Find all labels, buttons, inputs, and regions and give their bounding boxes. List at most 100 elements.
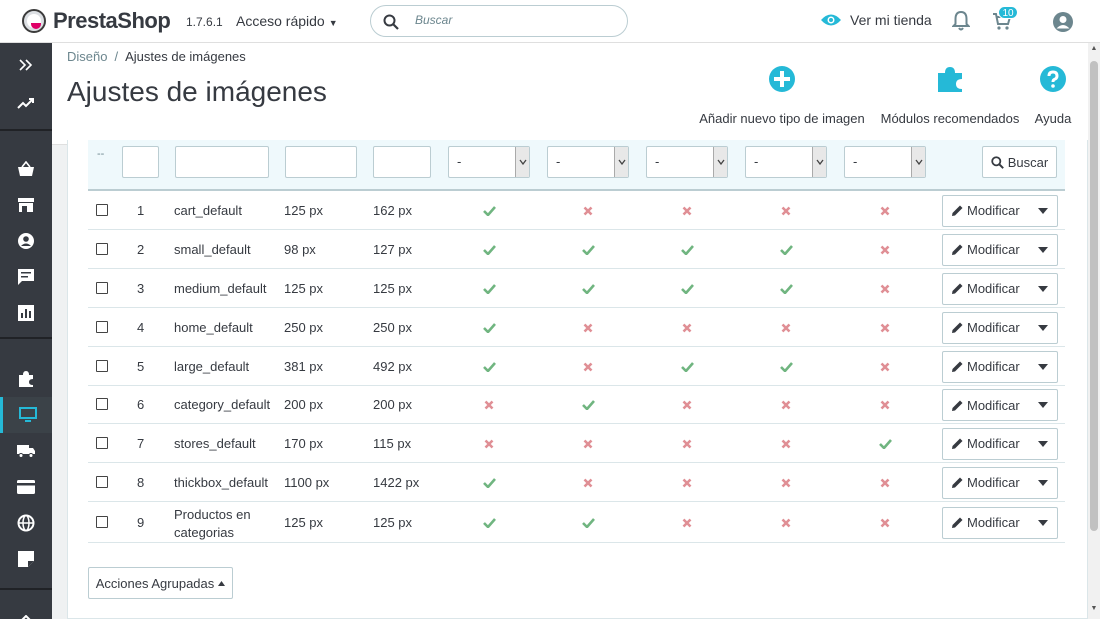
cross-icon-suppliers[interactable] bbox=[779, 476, 793, 490]
cross-icon-products[interactable] bbox=[482, 437, 496, 451]
sidebar-item-settings[interactable] bbox=[0, 601, 52, 619]
modify-main[interactable]: Modificar bbox=[943, 320, 1029, 335]
modify-button[interactable]: Modificar bbox=[942, 506, 1058, 539]
bulk-actions-button[interactable]: Acciones Agrupadas bbox=[88, 567, 233, 599]
modify-dropdown-toggle[interactable] bbox=[1029, 207, 1057, 214]
modify-button[interactable]: Modificar bbox=[942, 389, 1058, 421]
row-checkbox[interactable] bbox=[96, 242, 108, 255]
sidebar-item-marketing[interactable] bbox=[0, 541, 52, 577]
check-icon-suppliers[interactable] bbox=[779, 282, 793, 296]
bell-icon[interactable] bbox=[952, 11, 970, 31]
sidebar-item-stats[interactable] bbox=[0, 295, 52, 331]
check-icon-products[interactable] bbox=[482, 516, 496, 530]
view-store-link[interactable]: Ver mi tienda bbox=[820, 12, 932, 28]
check-icon-products[interactable] bbox=[482, 243, 496, 257]
add-image-type-button[interactable]: Añadir nuevo tipo de imagen bbox=[697, 65, 867, 126]
check-icon-products[interactable] bbox=[482, 282, 496, 296]
cross-icon-stores[interactable] bbox=[878, 243, 892, 257]
modify-button[interactable]: Modificar bbox=[942, 233, 1058, 266]
filter-name-input[interactable] bbox=[175, 146, 269, 178]
sidebar-item-design[interactable] bbox=[0, 397, 52, 433]
row-checkbox[interactable] bbox=[96, 436, 108, 449]
sidebar-item-shipping[interactable] bbox=[0, 433, 52, 469]
user-account-icon[interactable] bbox=[1052, 11, 1074, 33]
check-icon-products[interactable] bbox=[482, 476, 496, 490]
cross-icon-suppliers[interactable] bbox=[779, 204, 793, 218]
modify-main[interactable]: Modificar bbox=[943, 203, 1029, 218]
modify-main[interactable]: Modificar bbox=[943, 515, 1029, 530]
cross-icon-categories[interactable] bbox=[581, 476, 595, 490]
modify-dropdown-toggle[interactable] bbox=[1029, 246, 1057, 253]
cross-icon-suppliers[interactable] bbox=[779, 398, 793, 412]
row-checkbox[interactable] bbox=[96, 515, 108, 528]
check-icon-categories[interactable] bbox=[581, 398, 595, 412]
cross-icon-stores[interactable] bbox=[878, 398, 892, 412]
check-icon-stores[interactable] bbox=[878, 437, 892, 451]
modify-button[interactable]: Modificar bbox=[942, 311, 1058, 344]
cross-icon-categories[interactable] bbox=[581, 437, 595, 451]
scroll-thumb[interactable] bbox=[1090, 61, 1098, 531]
filter-height-input[interactable] bbox=[373, 146, 431, 178]
row-checkbox[interactable] bbox=[96, 475, 108, 488]
check-icon-manufacturers[interactable] bbox=[680, 282, 694, 296]
sidebar-collapse-toggle[interactable] bbox=[0, 47, 52, 83]
filter-width-input[interactable] bbox=[285, 146, 357, 178]
search-box[interactable] bbox=[370, 5, 628, 37]
modify-dropdown-toggle[interactable] bbox=[1029, 363, 1057, 370]
sidebar-item-dashboard[interactable] bbox=[0, 85, 52, 121]
brand-name[interactable]: PrestaShop bbox=[53, 8, 171, 34]
row-checkbox[interactable] bbox=[96, 320, 108, 333]
check-icon-categories[interactable] bbox=[581, 282, 595, 296]
check-icon-products[interactable] bbox=[482, 360, 496, 374]
cross-icon-stores[interactable] bbox=[878, 476, 892, 490]
modify-dropdown-toggle[interactable] bbox=[1029, 285, 1057, 292]
row-checkbox[interactable] bbox=[96, 359, 108, 372]
check-icon-categories[interactable] bbox=[581, 243, 595, 257]
modify-dropdown-toggle[interactable] bbox=[1029, 519, 1057, 526]
check-icon-categories[interactable] bbox=[581, 516, 595, 530]
row-checkbox[interactable] bbox=[96, 203, 108, 216]
modify-main[interactable]: Modificar bbox=[943, 281, 1029, 296]
check-icon-products[interactable] bbox=[482, 321, 496, 335]
cross-icon-stores[interactable] bbox=[878, 516, 892, 530]
cross-icon-categories[interactable] bbox=[581, 321, 595, 335]
cross-icon-suppliers[interactable] bbox=[779, 437, 793, 451]
modify-button[interactable]: Modificar bbox=[942, 272, 1058, 305]
modify-dropdown-toggle[interactable] bbox=[1029, 324, 1057, 331]
sidebar-item-payment[interactable] bbox=[0, 469, 52, 505]
filter-id-input[interactable] bbox=[122, 146, 159, 178]
cross-icon-stores[interactable] bbox=[878, 360, 892, 374]
modify-button[interactable]: Modificar bbox=[942, 466, 1058, 499]
sidebar-item-catalog[interactable] bbox=[0, 187, 52, 223]
breadcrumb-parent[interactable]: Diseño bbox=[67, 49, 107, 64]
cross-icon-categories[interactable] bbox=[581, 360, 595, 374]
check-icon-manufacturers[interactable] bbox=[680, 360, 694, 374]
modify-main[interactable]: Modificar bbox=[943, 359, 1029, 374]
scrollbar[interactable]: ▲ ▼ bbox=[1088, 43, 1100, 619]
recommended-modules-button[interactable]: Módulos recomendados bbox=[879, 65, 1021, 126]
cross-icon-suppliers[interactable] bbox=[779, 321, 793, 335]
modify-main[interactable]: Modificar bbox=[943, 242, 1029, 257]
sidebar-item-orders[interactable] bbox=[0, 151, 52, 187]
modify-button[interactable]: Modificar bbox=[942, 427, 1058, 460]
cross-icon-manufacturers[interactable] bbox=[680, 204, 694, 218]
cross-icon-categories[interactable] bbox=[581, 204, 595, 218]
cross-icon-manufacturers[interactable] bbox=[680, 437, 694, 451]
cross-icon-stores[interactable] bbox=[878, 321, 892, 335]
filter-manufacturers-select[interactable]: - bbox=[646, 146, 728, 178]
modify-dropdown-toggle[interactable] bbox=[1029, 440, 1057, 447]
modify-button[interactable]: Modificar bbox=[942, 350, 1058, 383]
search-filter-button[interactable]: Buscar bbox=[982, 146, 1057, 178]
cross-icon-stores[interactable] bbox=[878, 282, 892, 296]
modify-button[interactable]: Modificar bbox=[942, 194, 1058, 227]
modify-main[interactable]: Modificar bbox=[943, 475, 1029, 490]
check-icon-manufacturers[interactable] bbox=[680, 243, 694, 257]
cross-icon-manufacturers[interactable] bbox=[680, 398, 694, 412]
modify-dropdown-toggle[interactable] bbox=[1029, 402, 1057, 408]
cross-icon-products[interactable] bbox=[482, 398, 496, 412]
row-checkbox[interactable] bbox=[96, 281, 108, 294]
cross-icon-suppliers[interactable] bbox=[779, 516, 793, 530]
check-icon-suppliers[interactable] bbox=[779, 243, 793, 257]
modify-main[interactable]: Modificar bbox=[943, 398, 1029, 413]
check-icon-products[interactable] bbox=[482, 204, 496, 218]
